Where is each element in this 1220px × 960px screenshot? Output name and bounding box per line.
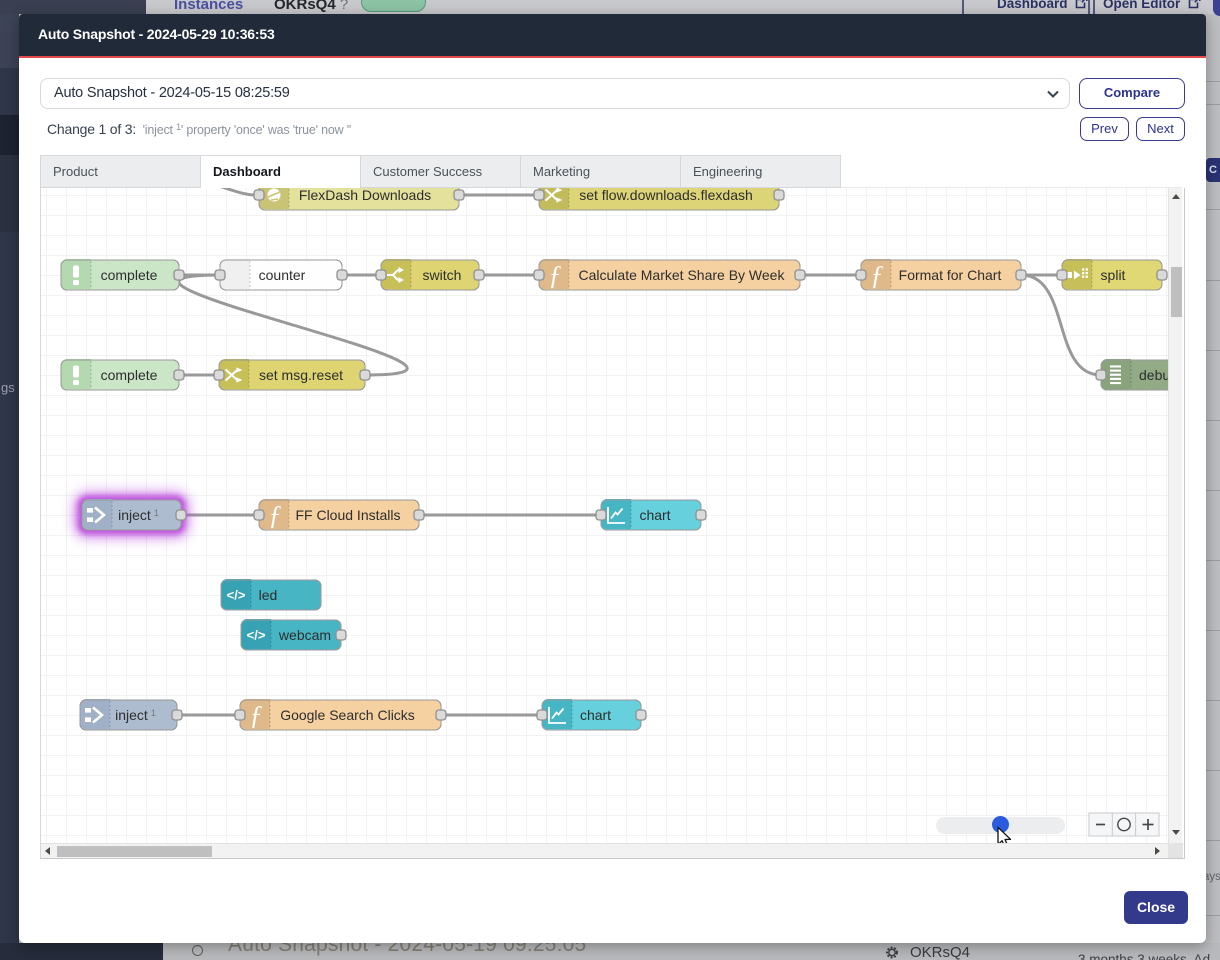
svg-text:counter: counter — [259, 267, 306, 283]
svg-text:set flow.downloads.flexdash: set flow.downloads.flexdash — [579, 188, 753, 203]
svg-text:Calculate Market Share By Week: Calculate Market Share By Week — [579, 267, 786, 283]
svg-text:chart: chart — [580, 707, 611, 723]
svg-text:debug: debug — [1139, 367, 1168, 383]
svg-text:ƒ: ƒ — [870, 260, 884, 290]
svg-text:ƒ: ƒ — [268, 500, 282, 530]
svg-text:Format for Chart: Format for Chart — [899, 267, 1002, 283]
svg-text:FF Cloud Installs: FF Cloud Installs — [295, 507, 400, 523]
svg-text:complete: complete — [101, 267, 158, 283]
svg-text:</>: </> — [247, 628, 266, 643]
svg-text:</>: </> — [227, 588, 246, 603]
svg-text:webcam: webcam — [278, 627, 331, 643]
svg-text:set msg.reset: set msg.reset — [259, 367, 343, 383]
svg-text:chart: chart — [639, 507, 670, 523]
svg-text:Google Search Clicks: Google Search Clicks — [280, 707, 415, 723]
svg-text:FlexDash Downloads: FlexDash Downloads — [299, 188, 431, 203]
svg-text:split: split — [1101, 267, 1126, 283]
svg-text:complete: complete — [101, 367, 158, 383]
svg-text:ƒ: ƒ — [548, 260, 562, 290]
svg-text:led: led — [259, 587, 278, 603]
svg-text:switch: switch — [423, 267, 462, 283]
svg-text:ƒ: ƒ — [249, 700, 263, 730]
